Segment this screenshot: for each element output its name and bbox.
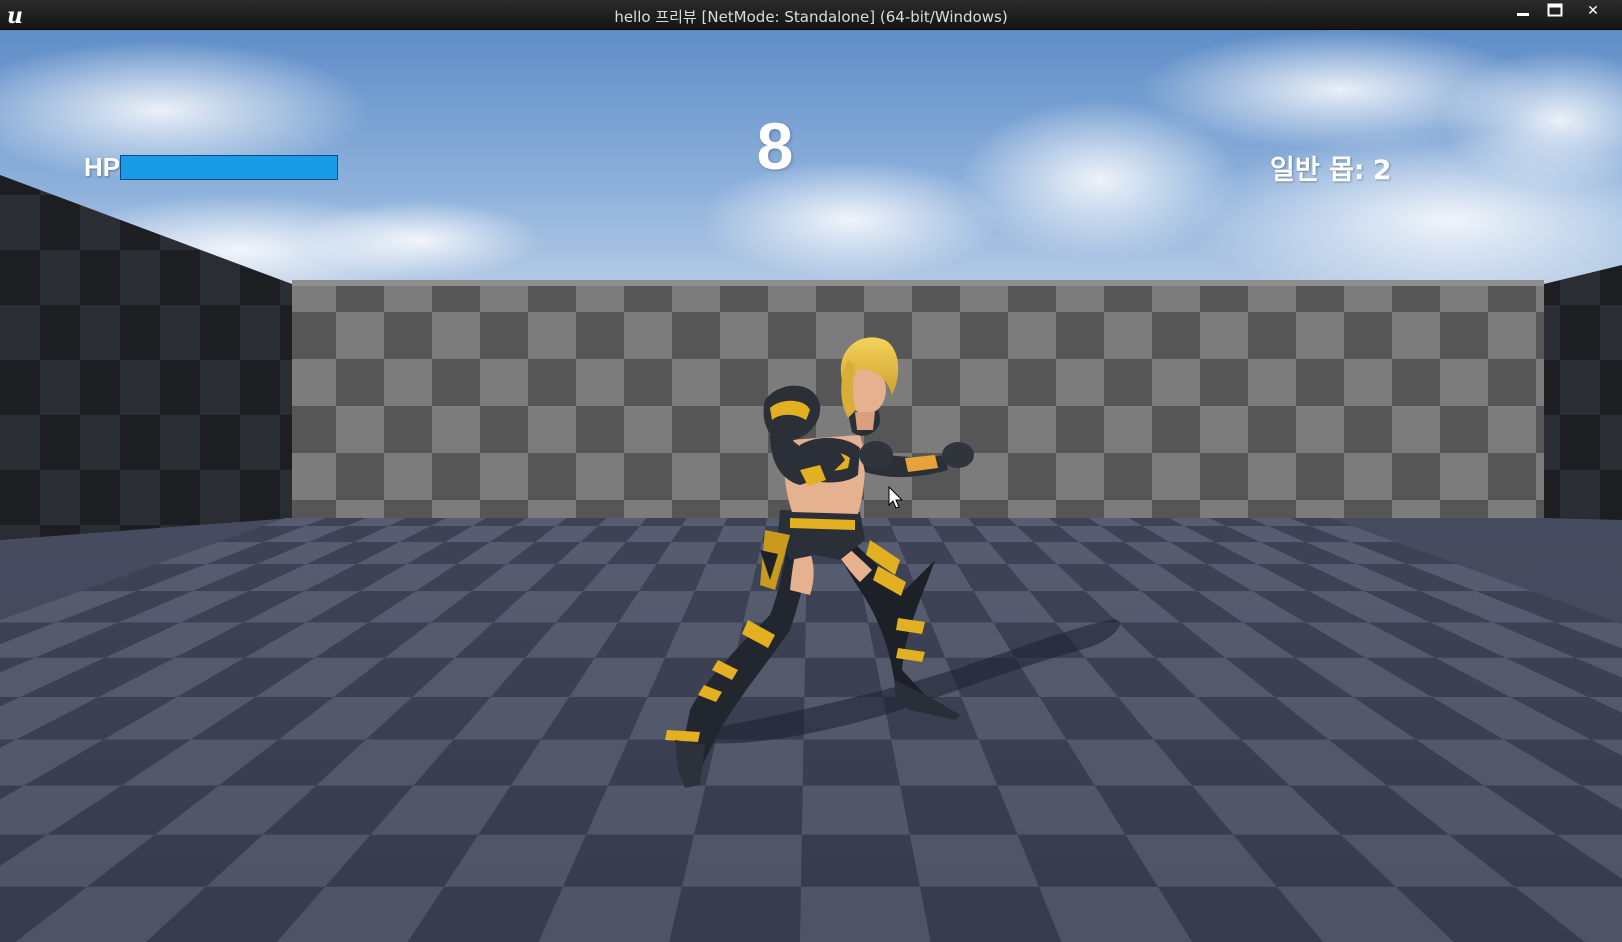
game-window: u hello 프리뷰 [NetMode: Standalone] (64-bi… — [0, 0, 1622, 942]
countdown-timer: 8 — [756, 109, 794, 183]
back-wall — [292, 284, 1544, 518]
game-viewport[interactable]: HP 8 일반 몹: 2 — [0, 30, 1622, 942]
close-button[interactable]: ✕ — [1578, 0, 1608, 20]
hp-bar-fill — [121, 156, 337, 179]
enemy-counter-value: 2 — [1372, 155, 1392, 186]
close-icon: ✕ — [1587, 1, 1599, 18]
window-title: hello 프리뷰 [NetMode: Standalone] (64-bit/… — [614, 8, 1008, 26]
maximize-icon — [1547, 3, 1563, 17]
minimize-button[interactable] — [1508, 0, 1538, 20]
right-wall — [1544, 265, 1622, 520]
enemy-counter: 일반 몹: 2 — [1270, 148, 1392, 187]
hp-bar — [120, 155, 338, 180]
maximize-button[interactable] — [1540, 0, 1570, 20]
enemy-counter-label: 일반 몹: — [1270, 155, 1365, 186]
hp-label: HP — [84, 152, 121, 182]
title-bar[interactable]: u hello 프리뷰 [NetMode: Standalone] (64-bi… — [0, 0, 1622, 30]
minimize-icon — [1517, 13, 1529, 16]
mouse-cursor-icon — [888, 486, 904, 509]
